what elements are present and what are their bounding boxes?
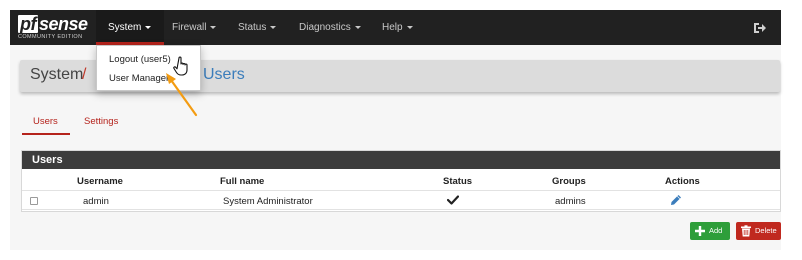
column-header-username[interactable]: Username [77, 176, 123, 187]
plus-icon [695, 226, 705, 236]
column-header-status[interactable]: Status [443, 176, 472, 187]
cell-username: admin [83, 196, 109, 207]
nav-help[interactable]: Help [382, 10, 413, 45]
nav-status-label: Status [238, 22, 267, 33]
logo-wordmark: pf sense [18, 15, 88, 33]
logo-prefix: pf [18, 14, 38, 34]
delete-user-button[interactable]: Delete [736, 222, 781, 240]
nav-diagnostics[interactable]: Diagnostics [299, 10, 361, 45]
column-header-full-name[interactable]: Full name [220, 176, 264, 187]
users-panel: Users Username Full name Status Groups A… [21, 150, 781, 212]
menu-item-logout[interactable]: Logout (user5) [109, 54, 171, 65]
hand-pointer-icon [173, 56, 188, 76]
breadcrumb-separator: / [82, 66, 87, 83]
row-select-checkbox[interactable] [30, 197, 38, 205]
nav-system-label: System [108, 22, 142, 33]
menu-item-user-manager[interactable]: User Manager [109, 73, 169, 84]
check-icon [447, 195, 459, 205]
nav-diagnostics-label: Diagnostics [299, 22, 351, 33]
sign-out-icon[interactable] [753, 21, 767, 35]
breadcrumb-system[interactable]: System [30, 66, 83, 84]
cell-full-name: System Administrator [223, 196, 313, 207]
caret-down-icon [270, 25, 277, 29]
delete-button-label: Delete [755, 226, 777, 235]
nav-help-label: Help [382, 22, 403, 33]
caret-down-icon [145, 25, 152, 29]
column-header-actions: Actions [665, 176, 700, 187]
nav-status[interactable]: Status [238, 10, 277, 45]
row-divider [22, 209, 780, 210]
add-button-label: Add [709, 226, 723, 235]
caret-down-icon [354, 25, 361, 29]
nav-system[interactable]: System [96, 10, 164, 45]
pfsense-logo[interactable]: pf sense COMMUNITY EDITION [18, 15, 98, 41]
tab-settings[interactable]: Settings [84, 116, 118, 127]
row-divider [22, 190, 780, 191]
pencil-icon[interactable] [670, 194, 682, 206]
top-navbar: pf sense COMMUNITY EDITION System Firewal… [10, 10, 781, 45]
panel-title: Users [22, 151, 780, 169]
breadcrumb-users[interactable]: Users [203, 66, 245, 84]
column-header-groups[interactable]: Groups [552, 176, 586, 187]
nav-firewall-label: Firewall [172, 22, 207, 33]
logo-text: sense [39, 14, 88, 34]
logo-edition: COMMUNITY EDITION [18, 34, 83, 40]
tab-active-indicator [22, 133, 70, 135]
tab-users[interactable]: Users [33, 116, 58, 127]
cell-groups: admins [555, 196, 586, 207]
trash-icon [741, 225, 751, 237]
nav-firewall[interactable]: Firewall [172, 10, 217, 45]
add-user-button[interactable]: Add [690, 222, 730, 240]
caret-down-icon [210, 25, 217, 29]
caret-down-icon [406, 25, 413, 29]
